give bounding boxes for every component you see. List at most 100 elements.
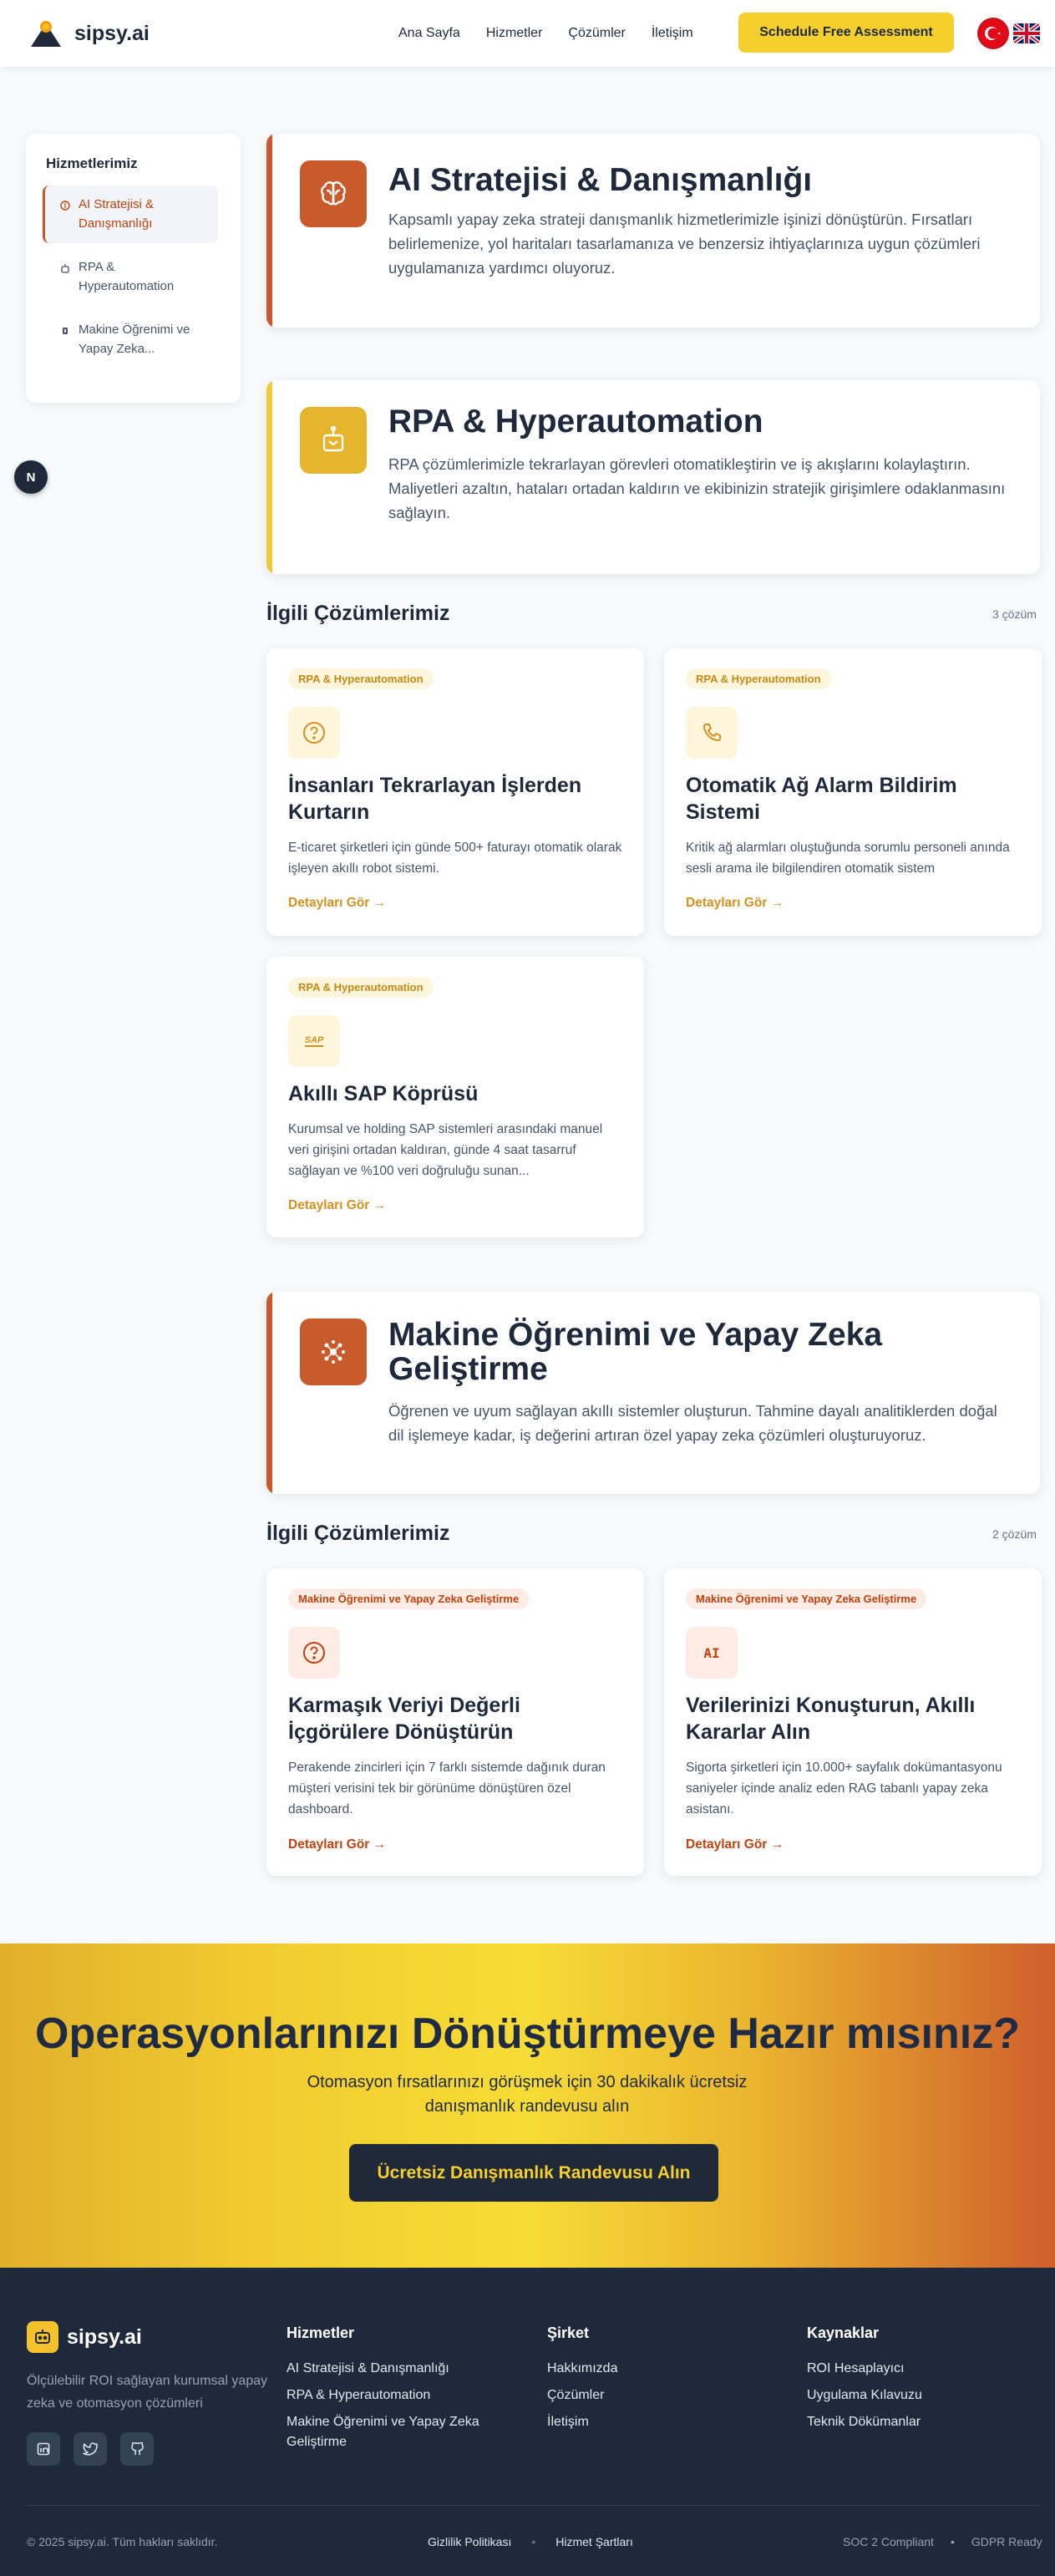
footer-legal-links: Gizlilik Politikası • Hizmet Şartları bbox=[428, 2535, 633, 2548]
service-card-ai-strategy: AI Stratejisi & Danışmanlığı Kapsamlı ya… bbox=[266, 134, 1040, 328]
question-icon bbox=[288, 707, 340, 759]
robot-icon bbox=[300, 407, 367, 474]
robot-icon bbox=[59, 262, 70, 273]
solution-details-link[interactable]: Detayları Gör → bbox=[288, 896, 386, 911]
footer-services-column: Hizmetler AI Stratejisi & Danışmanlığı R… bbox=[287, 2324, 504, 2459]
footer-resources-column: Kaynaklar ROI Hesaplayıcı Uygulama Kılav… bbox=[807, 2324, 1024, 2439]
chip-icon bbox=[300, 1318, 367, 1385]
solution-description: Sigorta şirketleri için 10.000+ sayfalık… bbox=[686, 1761, 1002, 1816]
top-header: sipsy.ai Ana Sayfa Hizmetler Çözümler İl… bbox=[0, 0, 1055, 67]
footer: sipsy.ai Ölçülebilir ROI sağlayan kurums… bbox=[0, 2268, 1055, 2576]
soc2-badge: SOC 2 Compliant bbox=[843, 2535, 934, 2548]
sap-icon-text: SAP bbox=[304, 1035, 324, 1047]
sidebar-item-ml[interactable]: Makine Öğrenimi ve Yapay Zeka... bbox=[43, 311, 218, 368]
book-consultation-button[interactable]: Ücretsiz Danışmanlık Randevusu Alın bbox=[349, 2144, 718, 2202]
tr-flag-icon[interactable] bbox=[979, 19, 1007, 48]
uk-flag-icon[interactable] bbox=[1013, 23, 1040, 43]
footer-logo[interactable]: sipsy.ai bbox=[27, 2321, 142, 2353]
logo-mark-icon bbox=[31, 21, 61, 47]
related-solutions-count: 2 çözüm bbox=[992, 1527, 1037, 1541]
service-description: Kapsamlı yapay zeka strateji danışmanlık… bbox=[388, 211, 981, 277]
twitter-icon[interactable] bbox=[74, 2432, 107, 2466]
solution-card[interactable]: Makine Öğrenimi ve Yapay Zeka Geliştirme… bbox=[266, 1568, 644, 1876]
solution-description: Perakende zincirleri için 7 farklı siste… bbox=[288, 1761, 606, 1816]
solution-details-link[interactable]: Detayları Gör → bbox=[686, 896, 784, 911]
solution-card[interactable]: Makine Öğrenimi ve Yapay Zeka Geliştirme… bbox=[664, 1568, 1042, 1876]
sidebar-item-label: AI Stratejisi & Danışmanlığı bbox=[79, 197, 155, 231]
nav-contact[interactable]: İletişim bbox=[652, 26, 693, 41]
related-solutions-count: 3 çözüm bbox=[992, 607, 1037, 621]
sidebar-title: Hizmetlerimiz bbox=[46, 155, 138, 171]
robot-logo-icon bbox=[27, 2321, 58, 2353]
chip-icon bbox=[59, 325, 70, 336]
chat-widget-button[interactable]: N bbox=[14, 460, 48, 494]
footer-link[interactable]: RPA & Hyperautomation bbox=[287, 2385, 504, 2406]
solution-details-link[interactable]: Detayları Gör → bbox=[288, 1198, 386, 1213]
footer-link[interactable]: Çözümler bbox=[547, 2385, 764, 2406]
compliance-badges: SOC 2 Compliant • GDPR Ready bbox=[843, 2535, 1042, 2548]
cta-title: Operasyonlarınızı Dönüştürmeye Hazır mıs… bbox=[35, 2009, 1020, 2058]
brain-icon bbox=[59, 200, 70, 211]
nav-home[interactable]: Ana Sayfa bbox=[398, 26, 460, 41]
solution-description: Kritik ağ alarmları oluştuğunda sorumlu … bbox=[686, 841, 1010, 876]
solution-badge: Makine Öğrenimi ve Yapay Zeka Geliştirme bbox=[686, 1588, 927, 1609]
nav-solutions[interactable]: Çözümler bbox=[568, 26, 625, 41]
footer-link[interactable]: ROI Hesaplayıcı bbox=[807, 2359, 1024, 2379]
footer-column-title: Kaynaklar bbox=[807, 2324, 880, 2341]
phone-icon bbox=[686, 707, 738, 759]
nav-services[interactable]: Hizmetler bbox=[486, 26, 543, 41]
related-solutions-heading: İlgili Çözümlerimiz bbox=[266, 1522, 450, 1545]
sap-icon: SAP bbox=[288, 1015, 340, 1067]
footer-column-title: Şirket bbox=[547, 2324, 590, 2341]
related-solutions-heading: İlgili Çözümlerimiz bbox=[266, 602, 450, 625]
footer-tagline: Ölçülebilir ROI sağlayan kurumsal yapay … bbox=[27, 2374, 268, 2411]
privacy-policy-link[interactable]: Gizlilik Politikası bbox=[428, 2535, 511, 2548]
sidebar-item-label: RPA & Hyperautomation bbox=[79, 260, 175, 293]
solution-details-link[interactable]: Detayları Gör → bbox=[686, 1837, 784, 1852]
ai-icon: AI bbox=[686, 1627, 738, 1679]
schedule-assessment-button[interactable]: Schedule Free Assessment bbox=[738, 13, 954, 53]
service-description: Öğrenen ve uyum sağlayan akıllı sistemle… bbox=[388, 1402, 997, 1444]
solution-card[interactable]: RPA & Hyperautomation Otomatik Ağ Alarm … bbox=[664, 648, 1042, 936]
service-title: Makine Öğrenimi ve Yapay Zeka Geliştirme bbox=[388, 1317, 883, 1387]
solution-card[interactable]: RPA & Hyperautomation İnsanları Tekrarla… bbox=[266, 648, 644, 936]
cta-band: Operasyonlarınızı Dönüştürmeye Hazır mıs… bbox=[0, 1943, 1055, 2268]
terms-link[interactable]: Hizmet Şartları bbox=[555, 2535, 633, 2548]
service-card-rpa: RPA & Hyperautomation RPA çözümlerimizle… bbox=[266, 380, 1040, 574]
solution-description: E-ticaret şirketleri için günde 500+ fat… bbox=[288, 841, 622, 876]
logo[interactable]: sipsy.ai bbox=[29, 17, 150, 50]
service-title: RPA & Hyperautomation bbox=[388, 404, 763, 439]
service-card-ml: Makine Öğrenimi ve Yapay Zeka Geliştirme… bbox=[266, 1292, 1040, 1494]
sidebar-item-rpa[interactable]: RPA & Hyperautomation bbox=[43, 248, 218, 306]
question-icon bbox=[288, 1627, 340, 1679]
footer-company-column: Şirket Hakkımızda Çözümler İletişim bbox=[547, 2324, 764, 2439]
services-sidebar: Hizmetlerimiz AI Stratejisi & Danışmanlı… bbox=[26, 134, 241, 403]
github-icon[interactable] bbox=[120, 2432, 154, 2466]
footer-link[interactable]: AI Stratejisi & Danışmanlığı bbox=[287, 2359, 504, 2379]
gdpr-badge: GDPR Ready bbox=[971, 2535, 1042, 2548]
footer-column-title: Hizmetler bbox=[287, 2324, 355, 2341]
solution-details-link[interactable]: Detayları Gör → bbox=[288, 1837, 386, 1852]
linkedin-icon[interactable] bbox=[27, 2432, 60, 2466]
footer-divider bbox=[27, 2505, 1040, 2506]
solution-card[interactable]: RPA & Hyperautomation SAP Akıllı SAP Köp… bbox=[266, 957, 644, 1237]
footer-link[interactable]: Teknik Dökümanlar bbox=[807, 2412, 1024, 2432]
main-nav: Ana Sayfa Hizmetler Çözümler İletişim bbox=[398, 0, 719, 67]
footer-link[interactable]: Makine Öğrenimi ve Yapay Zeka Geliştirme bbox=[287, 2412, 504, 2452]
cta-subtitle: Otomasyon fırsatlarınızı görüşmek için 3… bbox=[307, 2073, 748, 2116]
separator-dot: • bbox=[950, 2535, 955, 2548]
solution-badge: Makine Öğrenimi ve Yapay Zeka Geliştirme bbox=[288, 1588, 530, 1609]
solution-title: Otomatik Ağ Alarm Bildirim Sistemi bbox=[686, 774, 957, 824]
solution-badge: RPA & Hyperautomation bbox=[686, 668, 831, 689]
footer-logo-text: sipsy.ai bbox=[67, 2324, 142, 2349]
solution-title: Akıllı SAP Köprüsü bbox=[288, 1082, 479, 1105]
sidebar-item-label: Makine Öğrenimi ve Yapay Zeka... bbox=[79, 323, 190, 356]
solution-title: İnsanları Tekrarlayan İşlerden Kurtarın bbox=[288, 774, 582, 824]
solution-badge: RPA & Hyperautomation bbox=[288, 977, 434, 998]
footer-link[interactable]: İletişim bbox=[547, 2412, 764, 2432]
logo-text: sipsy.ai bbox=[74, 21, 150, 45]
footer-link[interactable]: Uygulama Kılavuzu bbox=[807, 2385, 1024, 2406]
ai-icon-text: AI bbox=[703, 1644, 720, 1661]
footer-link[interactable]: Hakkımızda bbox=[547, 2359, 764, 2379]
sidebar-item-ai-strategy[interactable]: AI Stratejisi & Danışmanlığı bbox=[43, 185, 218, 243]
